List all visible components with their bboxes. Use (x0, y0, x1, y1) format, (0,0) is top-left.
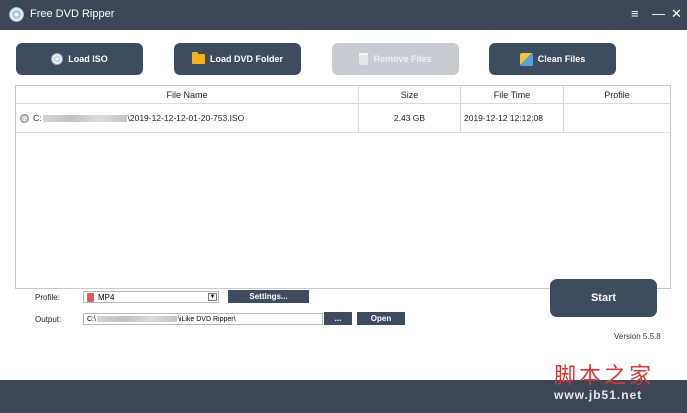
file-profile-cell (564, 104, 670, 132)
disc-icon (51, 53, 64, 65)
main-panel: Load ISO Load DVD Folder Remove Files Cl… (0, 30, 687, 380)
browse-button[interactable]: ... (324, 312, 352, 325)
version-label: Version 5.5.8 (614, 332, 661, 341)
clean-files-button[interactable]: Clean Files (489, 43, 616, 75)
file-list[interactable]: File Name Size File Time Profile C: \201… (15, 85, 671, 289)
output-label: Output: (35, 315, 62, 324)
load-iso-button[interactable]: Load ISO (16, 43, 143, 75)
watermark: 脚本之家 www.jb51.net (548, 358, 684, 410)
column-header-size[interactable]: Size (359, 86, 461, 103)
menu-icon[interactable]: ≡ (631, 6, 639, 22)
column-header-profile[interactable]: Profile (564, 86, 670, 103)
table-row[interactable]: C: \2019-12-12-12-01-20-753.ISO 2.43 GB … (16, 104, 670, 133)
load-dvd-folder-button[interactable]: Load DVD Folder (174, 43, 301, 75)
output-path-suffix: \iLike DVD Ripper\ (177, 315, 236, 323)
title-bar: Free DVD Ripper ≡ — ✕ (0, 0, 687, 30)
open-button[interactable]: Open (357, 312, 405, 325)
file-time-cell: 2019-12-12 12:12:08 (461, 104, 564, 132)
remove-files-button[interactable]: Remove Files (332, 43, 459, 75)
file-name-cell: C: \2019-12-12-12-01-20-753.ISO (16, 104, 359, 132)
file-size-cell: 2.43 GB (359, 104, 461, 132)
watermark-main: 脚本之家 (554, 364, 655, 389)
disc-icon (20, 113, 29, 123)
column-header-file-time[interactable]: File Time (461, 86, 564, 103)
folder-icon (191, 52, 205, 64)
column-header-file-name[interactable]: File Name (16, 86, 359, 103)
output-path-field[interactable]: C:\ \iLike DVD Ripper\ (83, 313, 323, 325)
clean-files-label: Clean Files (537, 54, 586, 64)
profile-label: Profile: (35, 293, 60, 302)
file-list-header: File Name Size File Time Profile (16, 86, 670, 104)
clean-icon (519, 52, 533, 66)
redacted-path (96, 316, 177, 322)
video-file-icon (87, 292, 94, 302)
start-button[interactable]: Start (550, 279, 657, 317)
profile-select[interactable]: MP4 ▼ (83, 291, 219, 303)
trash-icon (359, 53, 369, 65)
app-disc-icon (9, 7, 24, 22)
file-name-suffix: \2019-12-12-12-01-20-753.ISO (127, 113, 245, 123)
output-path-prefix: C:\ (87, 315, 96, 323)
profile-value: MP4 (98, 292, 115, 302)
load-dvd-folder-label: Load DVD Folder (209, 54, 283, 64)
load-iso-label: Load ISO (68, 54, 108, 64)
app-title: Free DVD Ripper (30, 8, 115, 20)
settings-button[interactable]: Settings... (228, 290, 309, 303)
watermark-url: www.jb51.net (554, 388, 643, 402)
chevron-down-icon[interactable]: ▼ (208, 293, 217, 301)
redacted-path (42, 114, 127, 122)
minimize-icon[interactable]: — (652, 6, 665, 22)
file-name-prefix: C: (33, 113, 42, 123)
remove-files-label: Remove Files (373, 54, 432, 64)
close-icon[interactable]: ✕ (671, 6, 682, 22)
